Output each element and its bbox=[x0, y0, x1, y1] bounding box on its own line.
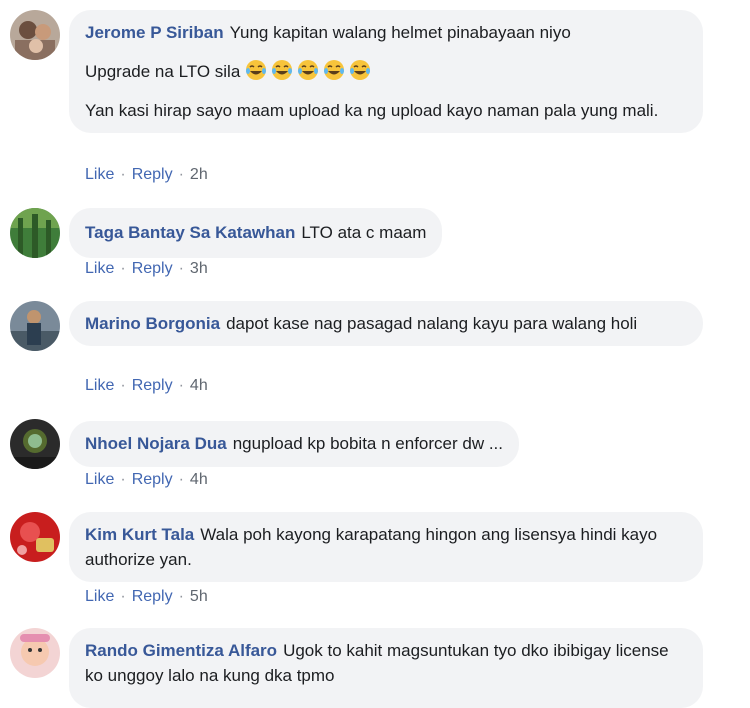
separator-dot: · bbox=[178, 166, 184, 183]
comment-actions: Like · Reply · 5h bbox=[85, 588, 208, 606]
avatar[interactable] bbox=[10, 512, 60, 562]
comment-actions: Like · Reply · 4h bbox=[85, 471, 208, 489]
separator-dot: · bbox=[178, 471, 184, 488]
separator-dot: · bbox=[120, 588, 126, 605]
author-name[interactable]: Taga Bantay Sa Katawhan bbox=[85, 223, 295, 242]
author-name[interactable]: Jerome P Siriban bbox=[85, 23, 224, 42]
comment-text: LTO ata c maam bbox=[301, 223, 427, 242]
comment-actions: Like · Reply · 2h bbox=[85, 166, 208, 184]
like-link[interactable]: Like bbox=[85, 471, 114, 488]
comment-bubble: Nhoel Nojara Dua ngupload kp bobita n enf… bbox=[69, 421, 519, 467]
separator-dot: · bbox=[178, 377, 184, 394]
reply-link[interactable]: Reply bbox=[132, 377, 173, 394]
reply-link[interactable]: Reply bbox=[132, 166, 173, 183]
comment-text: Yan kasi hirap sayo maam upload ka ng up… bbox=[85, 101, 659, 120]
timestamp[interactable]: 4h bbox=[190, 471, 208, 488]
comment-actions: Like · Reply · 4h bbox=[85, 377, 208, 395]
tears-of-joy-emoji-icon bbox=[246, 60, 267, 80]
author-name[interactable]: Nhoel Nojara Dua bbox=[85, 434, 227, 453]
comment-bubble: Kim Kurt Tala Wala poh kayong karapatang … bbox=[69, 512, 703, 582]
avatar-photo bbox=[10, 301, 60, 351]
like-link[interactable]: Like bbox=[85, 588, 114, 605]
separator-dot: · bbox=[178, 260, 184, 277]
timestamp[interactable]: 3h bbox=[190, 260, 208, 277]
reply-link[interactable]: Reply bbox=[132, 260, 173, 277]
comment-text: dapot kase nag pasagad nalang kayu para … bbox=[226, 314, 638, 333]
tears-of-joy-emoji-icon bbox=[324, 60, 345, 80]
comment-text: ngupload kp bobita n enforcer dw ... bbox=[232, 434, 503, 453]
comment-text: Upgrade na LTO sila bbox=[85, 59, 687, 84]
emoji-row bbox=[245, 60, 375, 81]
comment-bubble: Taga Bantay Sa Katawhan LTO ata c maam bbox=[69, 208, 443, 258]
separator-dot: · bbox=[120, 166, 126, 183]
avatar-photo bbox=[10, 628, 60, 678]
avatar[interactable] bbox=[10, 10, 60, 60]
avatar-photo bbox=[10, 419, 60, 469]
separator-dot: · bbox=[120, 471, 126, 488]
separator-dot: · bbox=[178, 588, 184, 605]
timestamp[interactable]: 2h bbox=[190, 166, 208, 183]
reply-link[interactable]: Reply bbox=[132, 471, 173, 488]
tears-of-joy-emoji-icon bbox=[272, 60, 293, 80]
like-link[interactable]: Like bbox=[85, 260, 114, 277]
author-name[interactable]: Rando Gimentiza Alfaro bbox=[85, 641, 277, 660]
author-name[interactable]: Marino Borgonia bbox=[85, 314, 220, 333]
like-link[interactable]: Like bbox=[85, 377, 114, 394]
avatar[interactable] bbox=[10, 419, 60, 469]
separator-dot: · bbox=[120, 260, 126, 277]
comment-bubble: Marino Borgonia dapot kase nag pasagad na… bbox=[69, 301, 703, 346]
comment-actions: Like · Reply · 3h bbox=[85, 260, 208, 278]
avatar[interactable] bbox=[10, 208, 60, 258]
comment-bubble: Rando Gimentiza Alfaro Ugok to kahit mags… bbox=[69, 628, 703, 708]
separator-dot: · bbox=[120, 377, 126, 394]
avatar[interactable] bbox=[10, 628, 60, 678]
avatar-photo bbox=[10, 512, 60, 562]
tears-of-joy-emoji-icon bbox=[350, 60, 371, 80]
like-link[interactable]: Like bbox=[85, 166, 114, 183]
timestamp[interactable]: 4h bbox=[190, 377, 208, 394]
author-name[interactable]: Kim Kurt Tala bbox=[85, 525, 194, 544]
reply-link[interactable]: Reply bbox=[132, 588, 173, 605]
comment-text: Jerome P Siriban Yung kapitan walang helm… bbox=[85, 23, 571, 42]
tears-of-joy-emoji-icon bbox=[298, 60, 319, 80]
avatar-photo bbox=[10, 10, 60, 60]
comment-bubble: Jerome P Siriban Yung kapitan walang helm… bbox=[69, 10, 703, 133]
avatar[interactable] bbox=[10, 301, 60, 351]
avatar-photo bbox=[10, 208, 60, 258]
timestamp[interactable]: 5h bbox=[190, 588, 208, 605]
